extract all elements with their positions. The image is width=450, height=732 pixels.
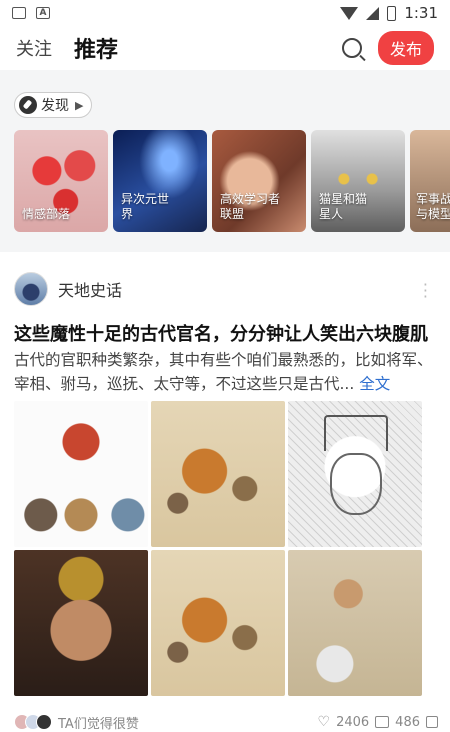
discover-button[interactable]: 发现 ▶: [14, 92, 93, 118]
topic-card-label: 军事战与模型: [416, 192, 450, 221]
author-name[interactable]: 天地史话: [58, 277, 122, 301]
topic-card-label: 猫星和猫星人: [319, 192, 368, 221]
share-icon[interactable]: [426, 716, 438, 728]
post-image-emperor-portrait[interactable]: [14, 550, 148, 696]
post-title[interactable]: 这些魔性十足的古代官名，分分钟让人笑出六块腹肌: [14, 320, 438, 346]
post-author[interactable]: 天地史话: [14, 272, 122, 306]
status-bar: A 1:31: [0, 0, 450, 26]
author-avatar[interactable]: [14, 272, 48, 306]
post-image-cartoon-cook[interactable]: [288, 550, 422, 696]
battery-icon: [387, 5, 397, 21]
publish-button[interactable]: 发布: [377, 31, 434, 65]
topic-card-study[interactable]: 高效学习者联盟: [212, 130, 306, 232]
post-image-sedan-painting[interactable]: [151, 401, 285, 547]
post-summary[interactable]: 古代的官职种类繁杂，其中有些个咱们最熟悉的，比如将军、宰相、驸马，巡抚、太守等，…: [14, 348, 438, 396]
topic-card-label: 异次元世界: [121, 192, 170, 221]
topic-card-label: 高效学习者联盟: [220, 192, 281, 221]
topic-card-anime[interactable]: 异次元世界: [113, 130, 207, 232]
tab-following[interactable]: 关注: [16, 35, 52, 61]
topic-card-emotion[interactable]: 情感部落: [14, 130, 108, 232]
comment-count: 486: [395, 714, 420, 730]
topic-cards: 情感部落 异次元世界 高效学习者联盟 猫星和猫星人 军事战与模型: [14, 130, 450, 232]
chevron-right-icon: ▶: [75, 98, 84, 112]
liked-by-avatars[interactable]: [14, 714, 52, 730]
topic-card-cats[interactable]: 猫星和猫星人: [311, 130, 405, 232]
like-count: 2406: [336, 714, 370, 730]
post-image-officials-chart[interactable]: [14, 401, 148, 547]
comment-icon[interactable]: [375, 716, 390, 728]
post-footer: TA们觉得很赞 ♡ 2406 486: [14, 713, 438, 732]
like-icon[interactable]: ♡: [318, 714, 331, 730]
more-options-icon[interactable]: · · ·: [423, 277, 428, 305]
topic-card-label: 情感部落: [22, 207, 71, 221]
post-image-grid: [14, 401, 424, 696]
mini-avatar: [36, 714, 52, 730]
topic-card-military[interactable]: 军事战与模型: [410, 130, 450, 232]
discover-section: 发现 ▶ 情感部落 异次元世界 高效学习者联盟 猫星和猫星人 军事战与模型: [0, 70, 450, 252]
signal-icon: [366, 6, 380, 20]
compass-icon: [19, 96, 37, 114]
gallery-notification-icon: [12, 7, 26, 19]
app-notification-icon: A: [36, 7, 50, 19]
top-navigation: 关注 推荐 发布: [0, 26, 450, 70]
liked-by-text[interactable]: TA们觉得很赞: [58, 713, 139, 732]
post-image-official-sketch[interactable]: [288, 401, 422, 547]
post-stats: ♡ 2406 486: [318, 714, 438, 730]
discover-label: 发现: [41, 98, 69, 114]
wifi-icon: [340, 6, 359, 20]
post-image-sedan-painting-2[interactable]: [151, 550, 285, 696]
search-icon[interactable]: [341, 38, 362, 58]
full-text-link[interactable]: 全文: [359, 375, 390, 393]
tab-recommended[interactable]: 推荐: [74, 32, 118, 64]
status-time: 1:31: [404, 4, 438, 22]
